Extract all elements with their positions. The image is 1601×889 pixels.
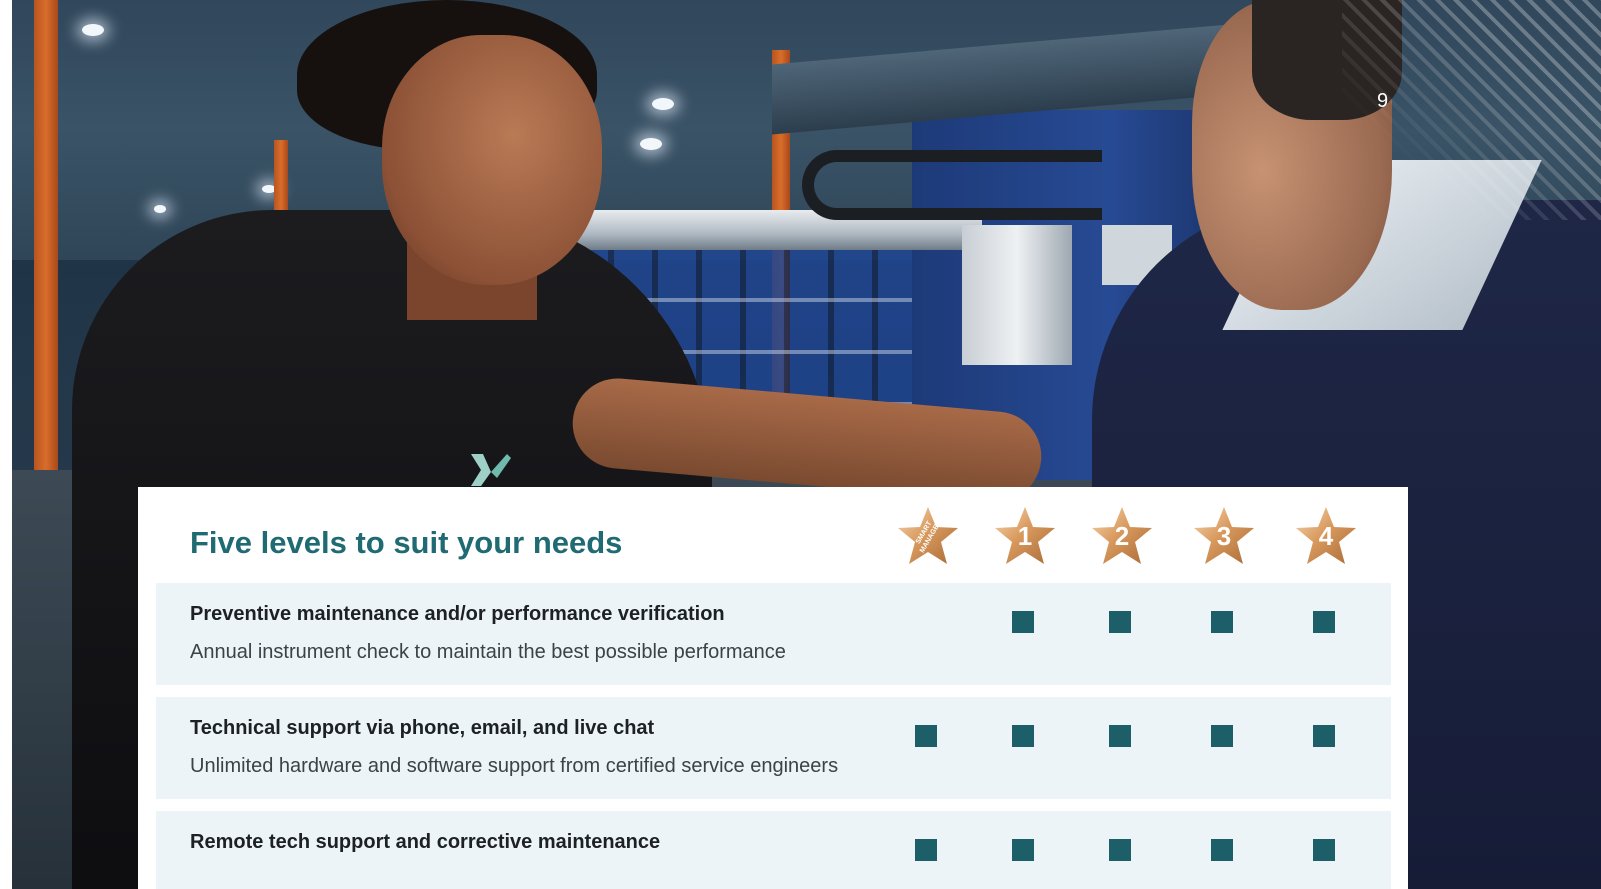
ceiling-light (640, 138, 662, 150)
feature-title: Preventive maintenance and/or performanc… (190, 603, 725, 625)
level-label: 3 (1216, 521, 1232, 551)
included-check-icon (1211, 839, 1233, 861)
included-check-icon (1109, 839, 1131, 861)
cable-chain (802, 150, 1102, 220)
engineer-face (382, 35, 602, 285)
instrument-head (962, 225, 1072, 365)
feature-title: Technical support via phone, email, and … (190, 717, 655, 739)
ceiling-light (154, 205, 166, 213)
orange-pillar (34, 0, 58, 530)
level-label: 1 (1017, 521, 1033, 551)
included-check-icon (1313, 839, 1335, 861)
level-star-1: 1 (993, 505, 1057, 567)
ceiling-light (652, 98, 674, 110)
included-check-icon (1211, 725, 1233, 747)
included-check-icon (1313, 725, 1335, 747)
level-star-2: 2 (1090, 505, 1154, 567)
feature-title: Remote tech support and corrective maint… (190, 831, 661, 853)
level-label: 2 (1114, 521, 1130, 551)
included-check-icon (915, 725, 937, 747)
service-levels-panel: Five levels to suit your needs SMART MAN… (138, 487, 1408, 889)
feature-row: Technical support via phone, email, and … (156, 697, 1391, 799)
included-check-icon (1211, 611, 1233, 633)
level-star-3: 3 (1192, 505, 1256, 567)
included-check-icon (915, 839, 937, 861)
panel-title: Five levels to suit your needs (190, 525, 623, 560)
feature-description: Unlimited hardware and software support … (190, 755, 839, 777)
level-star-4: 4 (1294, 505, 1358, 567)
included-check-icon (1012, 839, 1034, 861)
feature-row: Preventive maintenance and/or performanc… (156, 583, 1391, 685)
included-check-icon (1313, 611, 1335, 633)
level-label: 4 (1318, 521, 1334, 551)
feature-row: Remote tech support and corrective maint… (156, 811, 1391, 889)
included-check-icon (1109, 611, 1131, 633)
shirt-logo-icon (471, 454, 511, 486)
level-star-smart-manager: SMART MANAGER (896, 505, 960, 567)
included-check-icon (1109, 725, 1131, 747)
ceiling-light (82, 24, 104, 36)
included-check-icon (1012, 725, 1034, 747)
included-check-icon (1012, 611, 1034, 633)
feature-description: Annual instrument check to maintain the … (190, 641, 786, 663)
page-number: 9 (1377, 90, 1389, 112)
